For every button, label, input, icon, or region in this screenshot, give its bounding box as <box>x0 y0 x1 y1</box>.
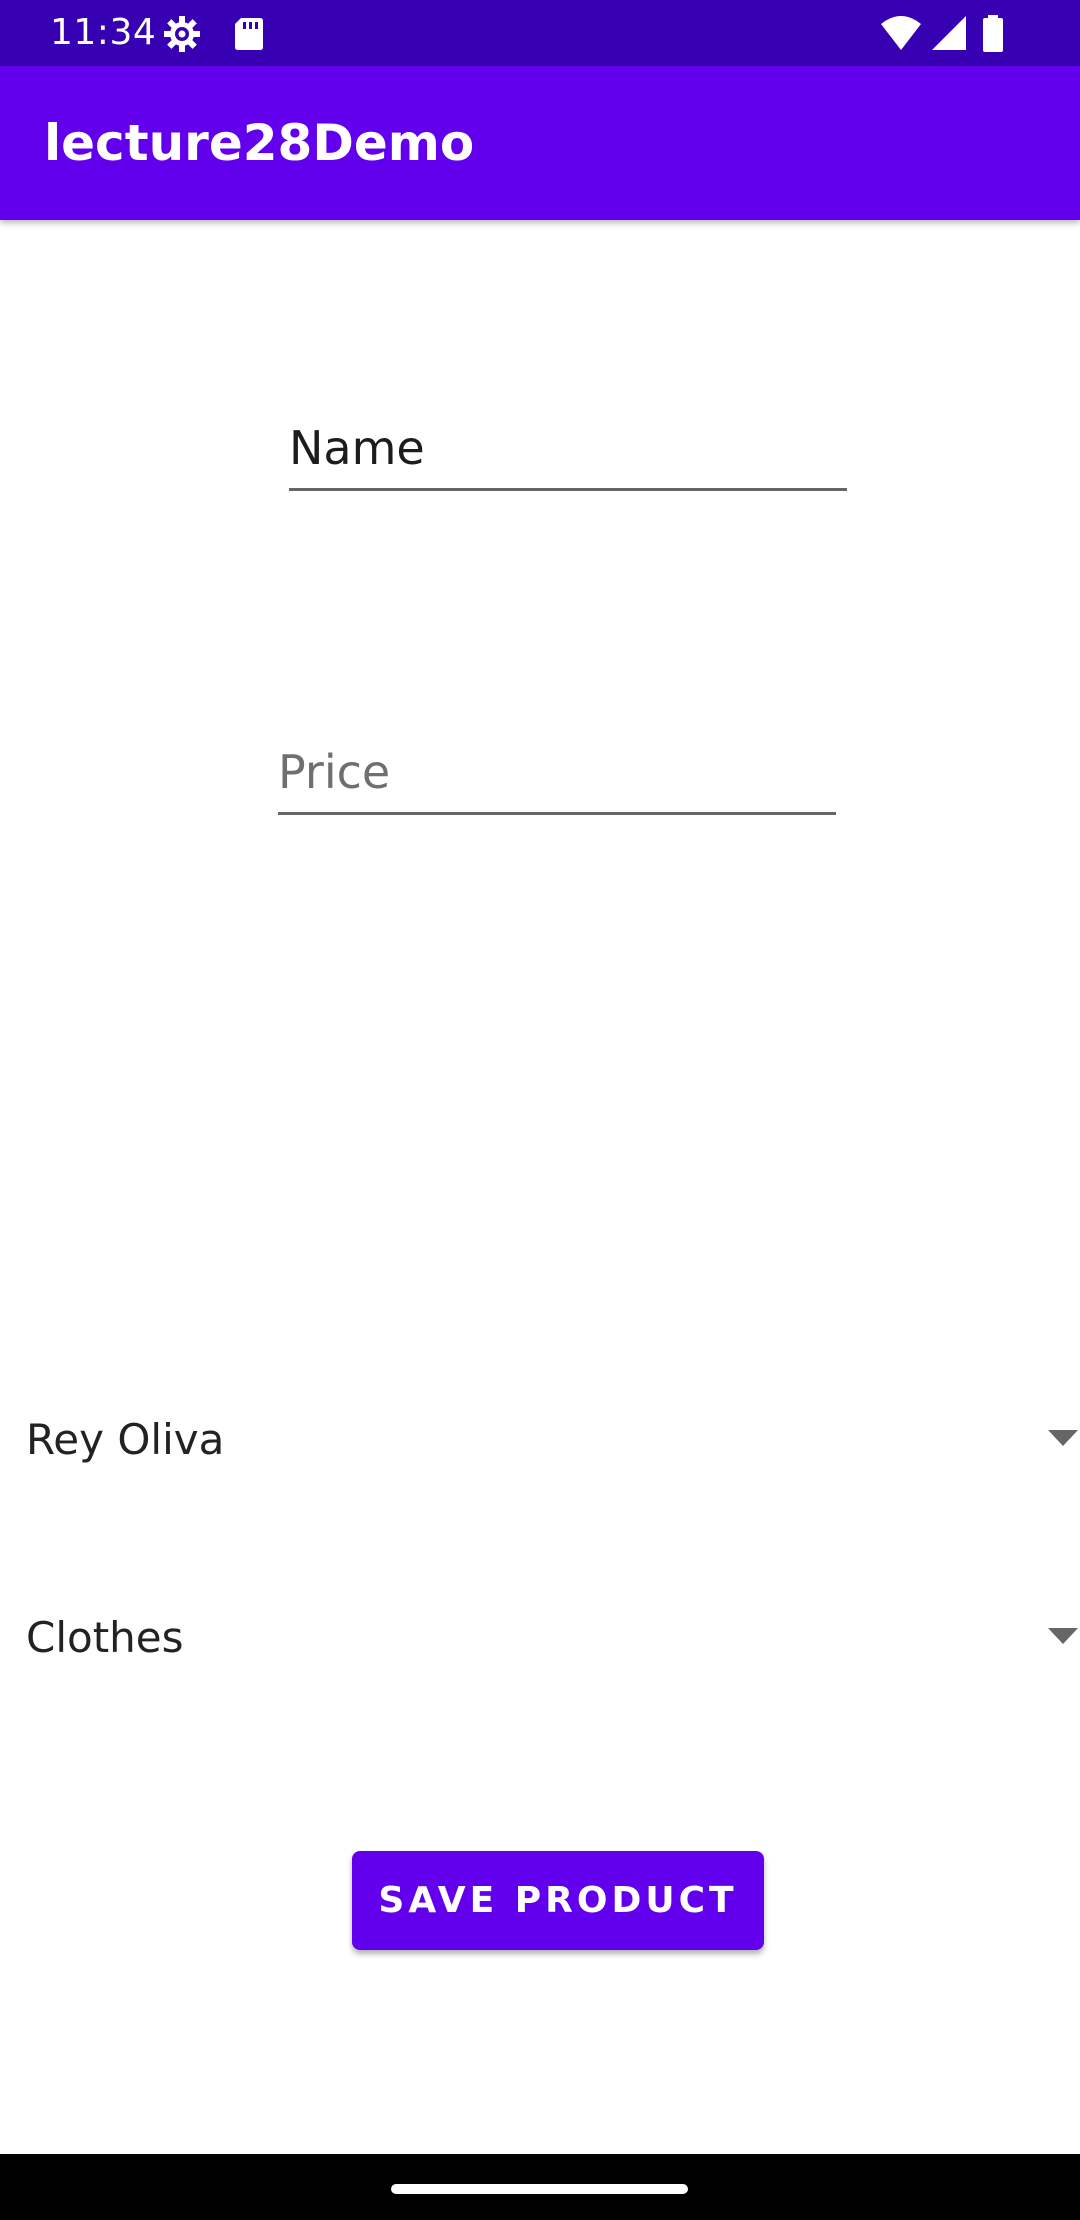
save-product-button[interactable]: SAVE PRODUCT <box>352 1851 764 1950</box>
product-name-input[interactable] <box>289 408 847 491</box>
product-price-input[interactable] <box>278 732 836 815</box>
sd-card-icon <box>229 14 269 54</box>
app-screen: 11:34 lecture28Demo Name Price Rey Oliva… <box>0 0 1080 2220</box>
category-spinner-selected: Clothes <box>26 1613 184 1662</box>
home-gesture-handle[interactable] <box>391 2184 688 2194</box>
user-spinner-selected: Rey Oliva <box>26 1415 225 1464</box>
dropdown-arrow-icon <box>1048 1428 1078 1448</box>
wifi-icon <box>880 14 922 54</box>
status-bar: 11:34 <box>0 0 1080 66</box>
settings-gear-icon <box>162 14 202 54</box>
battery-icon <box>979 14 1007 54</box>
user-spinner[interactable]: Rey Oliva <box>0 1380 1080 1500</box>
app-title: lecture28Demo <box>44 114 475 172</box>
navigation-bar <box>0 2154 1080 2220</box>
dropdown-arrow-icon <box>1048 1626 1078 1646</box>
cellular-signal-icon <box>928 14 968 54</box>
category-spinner[interactable]: Clothes <box>0 1578 1080 1698</box>
app-bar: lecture28Demo <box>0 66 1080 220</box>
status-time: 11:34 <box>50 12 157 53</box>
